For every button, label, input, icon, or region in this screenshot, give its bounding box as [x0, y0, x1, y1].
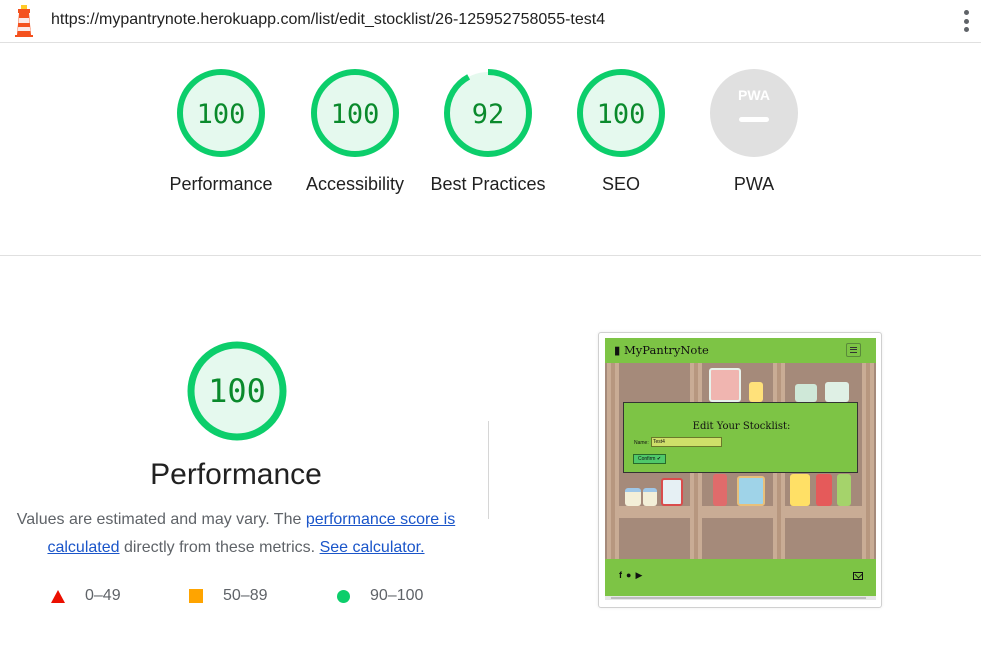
final-screenshot: ▮ MyPantryNote Edit Your Stocklist: Name…: [605, 338, 876, 600]
performance-description: Values are estimated and may vary. The p…: [10, 506, 462, 562]
preview-brand: ▮ MyPantryNote: [614, 343, 709, 357]
legend-range: 0–49: [85, 587, 121, 604]
name-label: Name:: [634, 440, 649, 446]
gauge-label: SEO: [601, 174, 640, 194]
gauge-score: 100: [197, 99, 246, 130]
edit-stocklist-modal: Edit Your Stocklist: Name: Test4 Confirm…: [623, 402, 858, 473]
report-url-bar: https://mypantrynote.herokuapp.com/list/…: [0, 0, 981, 43]
gauge-label: PWA: [733, 174, 775, 194]
shelf-board: [785, 506, 862, 518]
shelf-board: [619, 506, 690, 518]
social-icons: f●▶: [619, 570, 646, 581]
gauge-score: 100: [597, 99, 646, 130]
desc-text: directly from these metrics.: [119, 539, 320, 556]
cup-image: [661, 478, 683, 506]
legend-average: 50–89: [189, 586, 268, 606]
report-url[interactable]: https://mypantrynote.herokuapp.com/list/…: [51, 11, 605, 29]
circle-icon: [337, 589, 350, 603]
triangle-icon: [51, 589, 65, 603]
modal-title: Edit Your Stocklist:: [692, 421, 791, 432]
lighthouse-icon: [15, 5, 33, 37]
legend-pass: 90–100: [337, 586, 423, 606]
legend-fail: 0–49: [51, 586, 121, 606]
performance-score: 100: [208, 372, 266, 410]
jar-image: [709, 368, 741, 402]
section-divider: [0, 255, 981, 256]
gauge-label: Performance: [169, 174, 273, 194]
gauge-ring: 100: [311, 69, 399, 157]
pwa-badge: PWA: [710, 69, 798, 157]
shelf-post: [607, 363, 619, 559]
facebook-icon: f: [619, 570, 626, 580]
performance-big-gauge: 100: [187, 341, 287, 441]
legend-range: 90–100: [370, 587, 424, 604]
bottle-image: [790, 474, 810, 506]
youtube-icon: ▶: [635, 570, 647, 580]
gauge-performance[interactable]: 100 Performance: [161, 68, 281, 198]
hamburger-icon: [846, 343, 861, 357]
gauge-label: Accessibility: [305, 174, 405, 194]
name-input: Test4: [651, 437, 722, 447]
can-image: [713, 474, 727, 506]
jar-image: [825, 382, 849, 402]
gauge-pwa[interactable]: PWA PWA: [694, 68, 814, 198]
gauge-label: Best Practices: [430, 174, 546, 194]
cup-image: [625, 488, 641, 506]
gauge-ring: 92: [444, 69, 532, 157]
preview-footer: f●▶: [605, 559, 876, 596]
shelf-post: [862, 363, 874, 559]
see-calculator-link[interactable]: See calculator.: [320, 539, 425, 556]
score-gauges: 100 Performance 100 Accessibility 92 Bes…: [0, 68, 981, 238]
performance-title: Performance: [150, 458, 322, 491]
can-image: [816, 474, 832, 506]
gauge-score: 92: [472, 99, 505, 130]
bottle-image: [749, 382, 763, 402]
gauge-ring: 100: [177, 69, 265, 157]
legend-range: 50–89: [223, 587, 268, 604]
jar-image: [737, 476, 765, 506]
gauge-best-practices[interactable]: 92 Best Practices: [428, 68, 548, 198]
gauge-ring: 100: [577, 69, 665, 157]
preview-scrollbar: [605, 596, 876, 600]
more-vert-icon[interactable]: [958, 8, 974, 34]
envelope-icon: [853, 572, 863, 580]
vertical-divider: [488, 421, 489, 519]
pwa-dash-icon: [739, 117, 769, 122]
preview-brand-text: MyPantryNote: [624, 343, 709, 357]
shelf-board: [702, 506, 773, 518]
confirm-button: Confirm ✔: [633, 454, 666, 464]
gauge-accessibility[interactable]: 100 Accessibility: [295, 68, 415, 198]
gauge-seo[interactable]: 100 SEO: [561, 68, 681, 198]
can-image: [837, 474, 851, 506]
pwa-logo-text: PWA: [738, 87, 770, 103]
gauge-score: 100: [331, 99, 380, 130]
cup-image: [643, 488, 657, 506]
clipboard-icon: ▮: [614, 343, 621, 357]
desc-text: Values are estimated and may vary. The: [16, 511, 306, 528]
square-icon: [189, 589, 203, 603]
jar-image: [795, 384, 817, 402]
preview-navbar: ▮ MyPantryNote: [605, 338, 876, 363]
